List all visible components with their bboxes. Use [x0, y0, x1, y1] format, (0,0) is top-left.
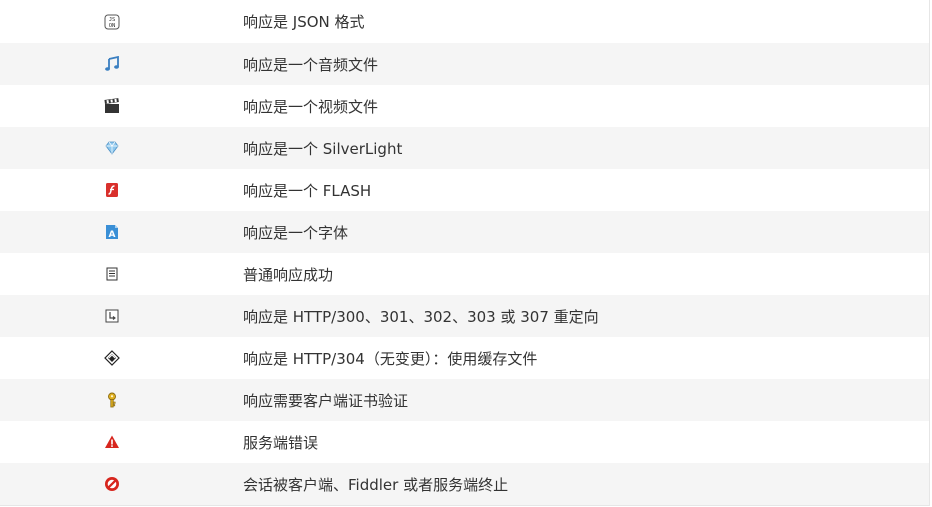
icon-cell: A	[0, 211, 224, 253]
table-row: 服务端错误	[0, 421, 929, 463]
table-row: 普通响应成功	[0, 253, 929, 295]
silverlight-icon	[105, 141, 119, 155]
redirect-icon	[105, 309, 119, 323]
row-text: 普通响应成功	[243, 265, 334, 284]
row-text: 响应是一个字体	[243, 223, 349, 242]
row-text: 响应是一个 FLASH	[243, 181, 372, 200]
icon-cell	[0, 169, 224, 211]
table-row: 响应是 HTTP/300、301、302、303 或 307 重定向	[0, 295, 929, 337]
icon-cell	[0, 463, 224, 505]
row-text: 响应需要客户端证书验证	[243, 391, 409, 410]
icon-cell	[0, 43, 224, 85]
document-icon	[106, 267, 118, 281]
svg-text:A: A	[109, 230, 116, 240]
warning-icon	[105, 435, 119, 448]
table-row: 响应是一个 FLASH	[0, 169, 929, 211]
table-row: 响应是 HTTP/304（无变更）：使用缓存文件	[0, 337, 929, 379]
json-icon: JS ON	[104, 14, 120, 29]
row-text: 响应是 HTTP/304（无变更）：使用缓存文件	[243, 349, 538, 368]
audio-icon	[105, 56, 119, 71]
table-row: 响应需要客户端证书验证	[0, 379, 929, 421]
svg-text:ON: ON	[109, 23, 116, 29]
row-text: 服务端错误	[243, 433, 319, 452]
table-row: JS ON 响应是 JSON 格式	[0, 0, 929, 43]
row-text: 响应是 JSON 格式	[243, 13, 365, 31]
icon-cell	[0, 127, 224, 169]
row-text: 响应是 HTTP/300、301、302、303 或 307 重定向	[243, 307, 599, 326]
icon-cell	[0, 253, 224, 295]
row-text: 响应是一个音频文件	[243, 55, 379, 74]
icon-legend-table: JS ON 响应是 JSON 格式 响应是一个音频文件 响应是一个视频文件 响应…	[0, 0, 930, 506]
icon-cell	[0, 85, 224, 127]
row-text: 响应是一个视频文件	[243, 97, 379, 116]
icon-cell	[0, 295, 224, 337]
icon-cell	[0, 421, 224, 463]
table-row: 响应是一个 SilverLight	[0, 127, 929, 169]
table-row: A 响应是一个字体	[0, 211, 929, 253]
key-icon	[108, 392, 116, 408]
table-row: 会话被客户端、Fiddler 或者服务端终止	[0, 463, 929, 505]
row-text: 响应是一个 SilverLight	[243, 139, 403, 158]
blocked-icon	[105, 477, 119, 491]
flash-icon	[106, 183, 118, 197]
table-row: 响应是一个音频文件	[0, 43, 929, 85]
icon-cell: JS ON	[0, 0, 224, 43]
font-icon: A	[106, 225, 118, 240]
table-row: 响应是一个视频文件	[0, 85, 929, 127]
cache-icon	[104, 350, 120, 366]
video-icon	[104, 98, 119, 113]
icon-cell	[0, 379, 224, 421]
icon-cell	[0, 337, 224, 379]
row-text: 会话被客户端、Fiddler 或者服务端终止	[243, 475, 509, 494]
